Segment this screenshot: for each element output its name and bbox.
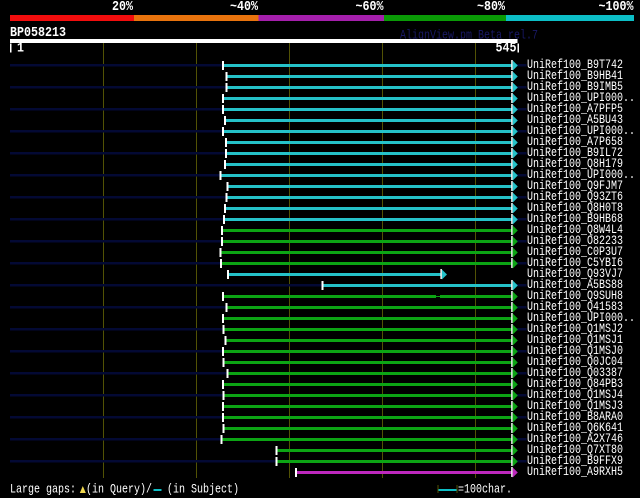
svg-text:BP058213: BP058213 (10, 25, 66, 41)
svg-text:(in Query)/: (in Query)/ (86, 482, 152, 497)
svg-text:Large gaps:: Large gaps: (10, 482, 76, 497)
svg-text:~40%: ~40% (230, 0, 258, 15)
svg-text:=100char.: =100char. (458, 482, 512, 497)
svg-text:(in Subject): (in Subject) (167, 482, 239, 497)
svg-text:20%: 20% (112, 0, 133, 15)
svg-text:~80%: ~80% (477, 0, 505, 15)
svg-text:545: 545 (496, 41, 517, 57)
svg-text:1: 1 (17, 41, 24, 57)
svg-text:~60%: ~60% (356, 0, 384, 15)
svg-text:UniRef100_A9RXH5: UniRef100_A9RXH5 (527, 464, 623, 479)
svg-text:~100%: ~100% (599, 0, 634, 15)
